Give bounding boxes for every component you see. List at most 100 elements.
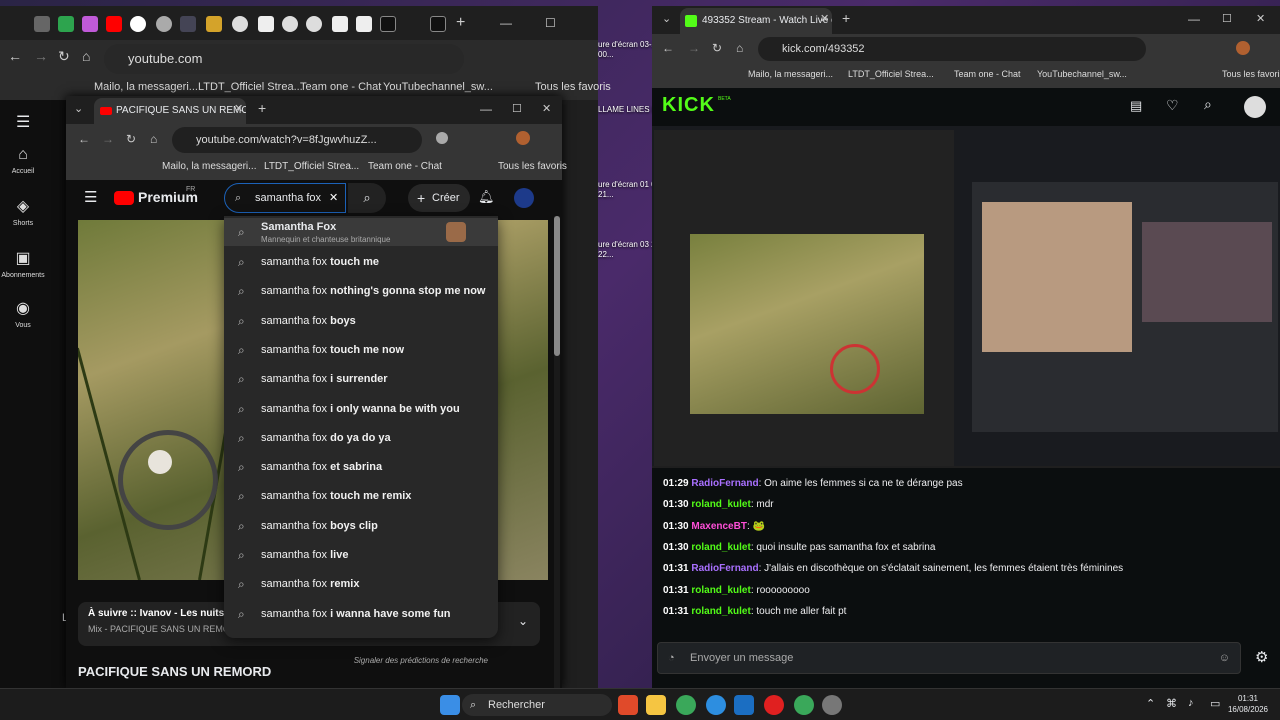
- network-icon[interactable]: ⌘: [1166, 697, 1177, 710]
- address-bar[interactable]: kick.com/493352: [758, 37, 1146, 61]
- youtube-logo-icon[interactable]: [114, 191, 134, 205]
- gear-icon[interactable]: ⚙: [1255, 648, 1268, 666]
- chat-username[interactable]: MaxenceBT: [691, 521, 747, 532]
- folder-icon[interactable]: [646, 695, 666, 715]
- bookmark-all[interactable]: Tous les favoris: [535, 81, 611, 93]
- browse-icon[interactable]: ▤: [1130, 98, 1142, 114]
- bell-icon[interactable]: 🔔︎: [478, 189, 495, 205]
- chat-username[interactable]: roland_kulet: [691, 499, 750, 510]
- home-icon[interactable]: ⌂: [736, 41, 743, 55]
- bookmark[interactable]: YouTubechannel_sw...: [1037, 69, 1127, 79]
- bookmark[interactable]: LTDT_Officiel Strea...: [848, 69, 934, 79]
- heart-icon[interactable]: ♡: [1166, 97, 1179, 114]
- search-icon[interactable]: ⌕: [1204, 96, 1212, 113]
- start-icon[interactable]: [440, 695, 460, 715]
- nav-shorts[interactable]: ◈ Shorts: [0, 198, 46, 227]
- scrollbar[interactable]: [554, 216, 560, 688]
- suggestion-item[interactable]: ⌕ samantha fox touch me: [224, 248, 498, 277]
- tab-icon[interactable]: [156, 16, 172, 32]
- tab-active[interactable]: PACIFIQUE SANS UN REMORD: [94, 98, 246, 124]
- kick-logo[interactable]: KICK: [662, 94, 715, 117]
- close-tab-icon[interactable]: ✕: [820, 12, 829, 25]
- bookmark[interactable]: YouTubechannel_sw...: [383, 81, 493, 93]
- tab-active[interactable]: 493352 Stream - Watch Live on: [680, 8, 832, 34]
- emoji-icon[interactable]: ◔: [668, 643, 675, 673]
- suggestion-item[interactable]: ⌕ samantha fox boys: [224, 307, 498, 336]
- tab-icon[interactable]: [106, 16, 122, 32]
- tab-list-icon[interactable]: ⌄: [74, 102, 83, 115]
- forward-arrow-icon[interactable]: →: [102, 132, 114, 146]
- back-arrow-icon[interactable]: ←: [8, 48, 22, 64]
- chat-username[interactable]: roland_kulet: [691, 606, 750, 617]
- tab-icon[interactable]: [180, 16, 196, 32]
- taskbar-search[interactable]: ⌕ Rechercher: [462, 694, 612, 716]
- tab-icon[interactable]: [130, 16, 146, 32]
- bookmark[interactable]: Mailo, la messageri...: [748, 69, 833, 79]
- avatar[interactable]: [516, 131, 530, 145]
- nav-accueil[interactable]: ⌂ Accueil: [0, 146, 46, 175]
- search-button[interactable]: ⌕: [348, 183, 386, 213]
- tab-icon[interactable]: [332, 16, 348, 32]
- search-input[interactable]: ⌕ samantha fox ✕: [224, 183, 346, 213]
- bookmark[interactable]: Mailo, la messageri...: [162, 161, 256, 172]
- close-window-button[interactable]: ✕: [542, 102, 551, 115]
- tab-icon[interactable]: [282, 16, 298, 32]
- bookmark[interactable]: Team one - Chat: [368, 161, 442, 172]
- suggestion-item[interactable]: ⌕ samantha fox nothing's gonna stop me no…: [224, 277, 498, 306]
- suggestion-item[interactable]: ⌕ samantha fox i wanna have some fun: [224, 600, 498, 629]
- bookmark[interactable]: Team one - Chat: [300, 81, 381, 93]
- clear-search-icon[interactable]: ✕: [329, 184, 338, 212]
- bookmark-all[interactable]: Tous les favoris: [498, 161, 567, 172]
- chat-username[interactable]: RadioFernand: [691, 563, 758, 574]
- home-icon[interactable]: ⌂: [82, 48, 90, 64]
- new-tab-button[interactable]: +: [258, 100, 266, 116]
- chrome-icon[interactable]: [794, 695, 814, 715]
- maximize-button[interactable]: ☐: [1222, 12, 1232, 25]
- minimize-button[interactable]: —: [500, 16, 512, 30]
- tab-icon[interactable]: [232, 16, 248, 32]
- menu-icon[interactable]: ☰: [84, 188, 97, 206]
- suggestion-item[interactable]: ⌕ samantha fox remix: [224, 570, 498, 599]
- suggestion-item[interactable]: ⌕ samantha fox touch me now: [224, 336, 498, 365]
- close-window-button[interactable]: ✕: [1256, 12, 1265, 25]
- forward-arrow-icon[interactable]: →: [34, 48, 48, 64]
- report-predictions-link[interactable]: Signaler des prédictions de recherche: [224, 656, 498, 665]
- opera-icon[interactable]: [764, 695, 784, 715]
- suggestion-item[interactable]: ⌕ samantha fox boys clip: [224, 512, 498, 541]
- tab-list-icon[interactable]: ⌄: [662, 12, 671, 25]
- new-tab-button[interactable]: +: [842, 10, 850, 26]
- maximize-button[interactable]: ☐: [545, 16, 556, 30]
- extension-icon[interactable]: [436, 132, 448, 144]
- speaker-icon[interactable]: ♪: [1188, 697, 1194, 709]
- chat-username[interactable]: roland_kulet: [691, 542, 750, 553]
- back-arrow-icon[interactable]: ←: [78, 132, 90, 146]
- bookmark-all[interactable]: Tous les favoris: [1222, 69, 1280, 79]
- suggestion-item[interactable]: ⌕ samantha fox i only wanna be with you: [224, 395, 498, 424]
- app-icon[interactable]: [822, 695, 842, 715]
- minimize-button[interactable]: —: [1188, 12, 1200, 26]
- bookmark[interactable]: Mailo, la messageri...: [94, 81, 198, 93]
- chat-username[interactable]: roland_kulet: [691, 585, 750, 596]
- forward-arrow-icon[interactable]: →: [688, 41, 700, 55]
- brave-icon[interactable]: [618, 695, 638, 715]
- edge-icon[interactable]: [706, 695, 726, 715]
- chevron-up-icon[interactable]: ⌃: [1146, 697, 1155, 710]
- tab-icon-x[interactable]: [430, 16, 446, 32]
- menu-icon[interactable]: ☰: [16, 112, 30, 132]
- suggestion-item[interactable]: ⌕ samantha fox do ya do ya: [224, 424, 498, 453]
- bookmark[interactable]: Team one - Chat: [954, 69, 1021, 79]
- home-icon[interactable]: ⌂: [150, 132, 157, 146]
- clock[interactable]: 01:31 16/08/2026: [1224, 693, 1272, 715]
- avatar[interactable]: [1244, 96, 1266, 118]
- tab-icon[interactable]: [58, 16, 74, 32]
- avatar[interactable]: [1236, 41, 1250, 55]
- reload-icon[interactable]: ↻: [126, 132, 136, 146]
- suggestion-item[interactable]: ⌕ samantha fox touch me remix: [224, 482, 498, 511]
- chevron-down-icon[interactable]: ⌄: [518, 614, 528, 628]
- address-bar[interactable]: youtube.com/watch?v=8fJgwvhuzZ...: [172, 127, 422, 153]
- scrollbar-thumb[interactable]: [554, 216, 560, 356]
- suggestion-item[interactable]: ⌕ samantha fox et sabrina: [224, 453, 498, 482]
- tab-icon[interactable]: [306, 16, 322, 32]
- avatar[interactable]: [514, 188, 534, 208]
- battery-icon[interactable]: ▭: [1210, 697, 1220, 710]
